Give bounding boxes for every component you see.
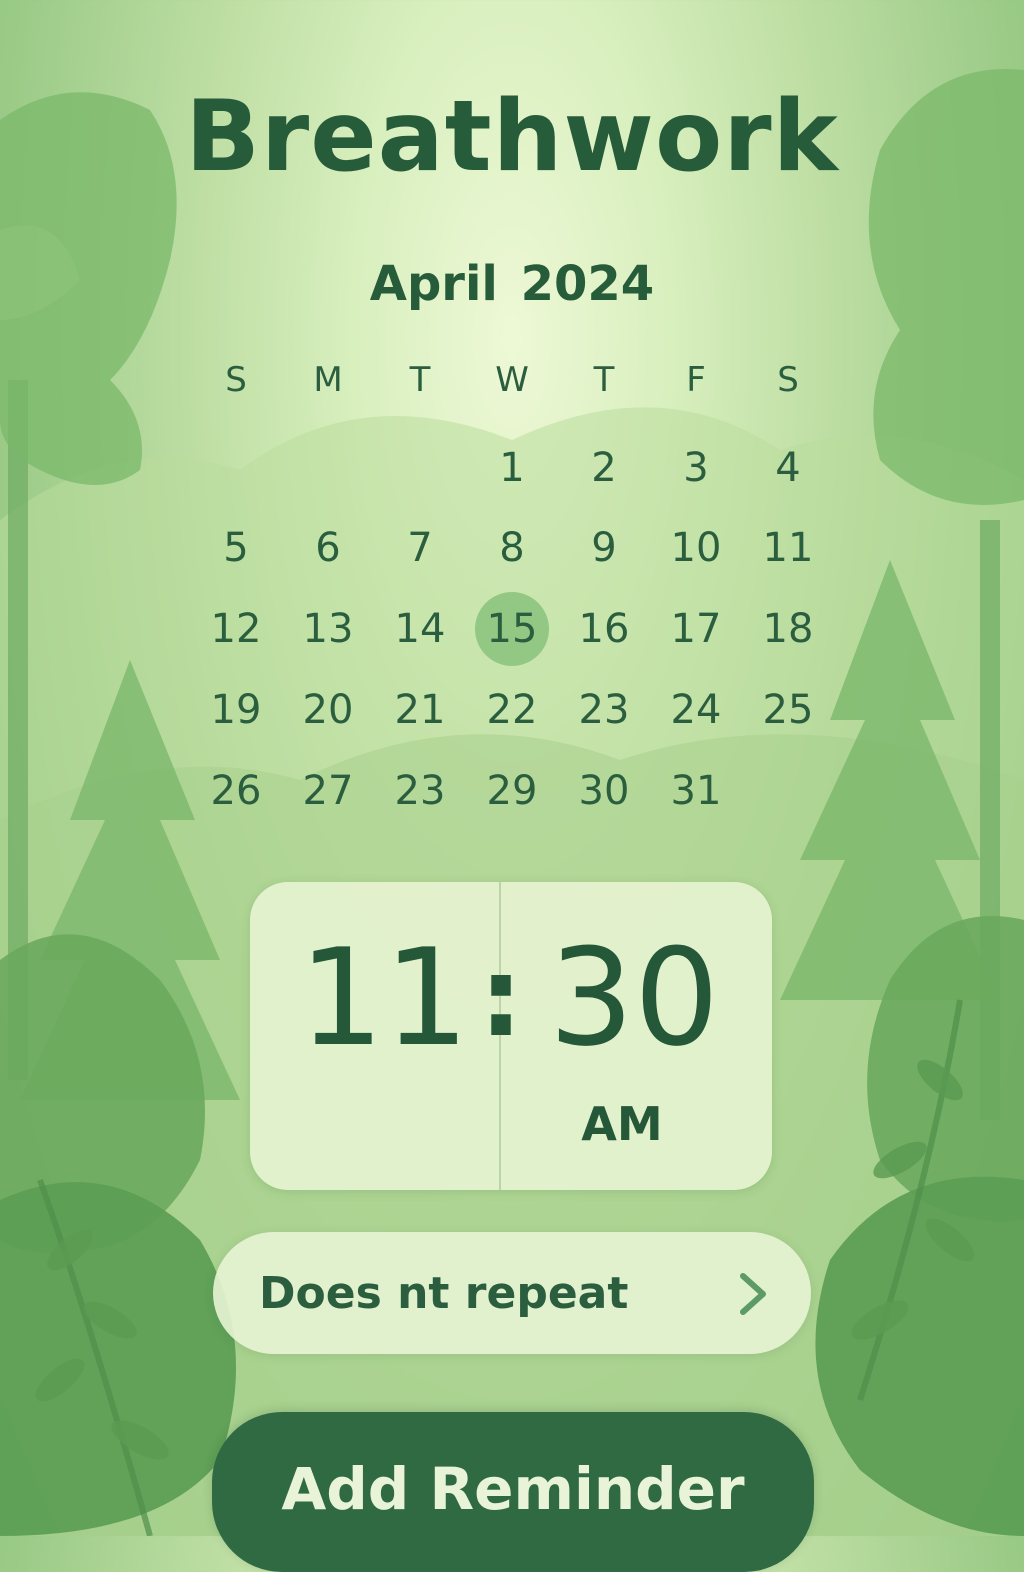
repeat-selector[interactable]: Does nt repeat [213, 1232, 811, 1354]
calendar-day[interactable]: 1 [466, 438, 558, 498]
calendar-day[interactable]: 31 [650, 761, 742, 821]
calendar-week-row: 26 27 23 29 30 31 [190, 761, 834, 821]
add-reminder-label: Add Reminder [281, 1455, 745, 1523]
calendar-day[interactable]: 10 [650, 518, 742, 578]
calendar-day[interactable]: 9 [558, 518, 650, 578]
calendar-day[interactable]: 27 [282, 761, 374, 821]
weekday-label: T [593, 360, 615, 400]
weekday-label: S [777, 360, 799, 400]
calendar-day-empty [374, 438, 466, 498]
calendar-month-label: April 2024 [369, 256, 655, 312]
calendar-day[interactable]: 6 [282, 518, 374, 578]
calendar-day[interactable]: 20 [282, 680, 374, 740]
calendar-week-row: 1 2 3 4 [190, 438, 834, 498]
calendar-week-row: 19 20 21 22 23 24 25 [190, 680, 834, 740]
calendar-day[interactable]: 13 [282, 599, 374, 659]
calendar-day[interactable]: 3 [650, 438, 742, 498]
calendar-day[interactable]: 23 [558, 680, 650, 740]
calendar-day[interactable]: 22 [466, 680, 558, 740]
repeat-label: Does nt repeat [259, 1268, 629, 1319]
calendar-day[interactable]: 11 [742, 518, 834, 578]
calendar-day[interactable]: 12 [190, 599, 282, 659]
time-separator: : [479, 933, 523, 1061]
calendar-week-row: 5 6 7 8 9 10 11 [190, 518, 834, 578]
calendar-day[interactable]: 26 [190, 761, 282, 821]
hour-value[interactable]: 11 [294, 928, 474, 1068]
calendar-day[interactable]: 30 [558, 761, 650, 821]
calendar-day[interactable]: 24 [650, 680, 742, 740]
calendar-week-row: 12 13 14 15 16 17 18 [190, 592, 834, 666]
calendar-day[interactable]: 21 [374, 680, 466, 740]
calendar-day-empty [742, 761, 834, 821]
calendar-day[interactable]: 17 [650, 599, 742, 659]
weekday-label: S [225, 360, 247, 400]
calendar-day[interactable]: 18 [742, 599, 834, 659]
calendar-day[interactable]: 23 [374, 761, 466, 821]
calendar-day[interactable]: 8 [466, 518, 558, 578]
time-picker: 11 : 30 AM [250, 882, 772, 1190]
app-title: Breathwork [185, 80, 839, 194]
calendar-day[interactable]: 19 [190, 680, 282, 740]
calendar-day[interactable]: 2 [558, 438, 650, 498]
weekday-label: T [409, 360, 431, 400]
calendar-day[interactable]: 4 [742, 438, 834, 498]
calendar-day[interactable]: 25 [742, 680, 834, 740]
calendar-weekday-header: S M T W T F S [190, 355, 834, 405]
calendar-day-empty [190, 438, 282, 498]
calendar-day[interactable]: 5 [190, 518, 282, 578]
weekday-label: M [313, 360, 343, 400]
weekday-label: F [686, 360, 706, 400]
calendar-day-empty [282, 438, 374, 498]
weekday-label: W [495, 360, 529, 400]
calendar-day-selected[interactable]: 15 [466, 592, 558, 666]
calendar-day[interactable]: 29 [466, 761, 558, 821]
calendar-day[interactable]: 16 [558, 599, 650, 659]
add-reminder-button[interactable]: Add Reminder [212, 1412, 814, 1572]
calendar-day[interactable]: 14 [374, 599, 466, 659]
am-pm-toggle[interactable]: AM [562, 1096, 682, 1152]
minute-value[interactable]: 30 [534, 928, 734, 1068]
calendar-day[interactable]: 7 [374, 518, 466, 578]
chevron-right-icon [740, 1273, 766, 1315]
